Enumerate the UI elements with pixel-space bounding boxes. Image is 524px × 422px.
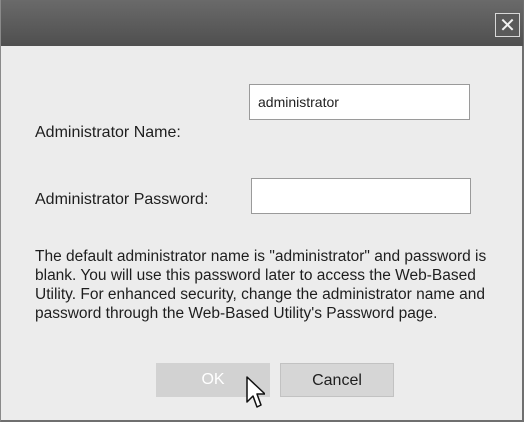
administrator-password-label: Administrator Password: [35, 191, 209, 208]
administrator-password-input[interactable] [251, 178, 471, 214]
cancel-button[interactable]: Cancel [280, 363, 394, 397]
administrator-name-input[interactable] [249, 84, 470, 120]
administrator-name-label: Administrator Name: [35, 124, 181, 141]
admin-credentials-dialog: ✕ Administrator Name: Administrator Pass… [0, 0, 524, 422]
mouse-pointer-icon [246, 376, 265, 408]
close-button[interactable]: ✕ [495, 13, 520, 37]
close-icon: ✕ [499, 13, 516, 37]
info-text: The default administrator name is "admin… [35, 248, 487, 322]
dialog-titlebar: ✕ [1, 0, 523, 46]
